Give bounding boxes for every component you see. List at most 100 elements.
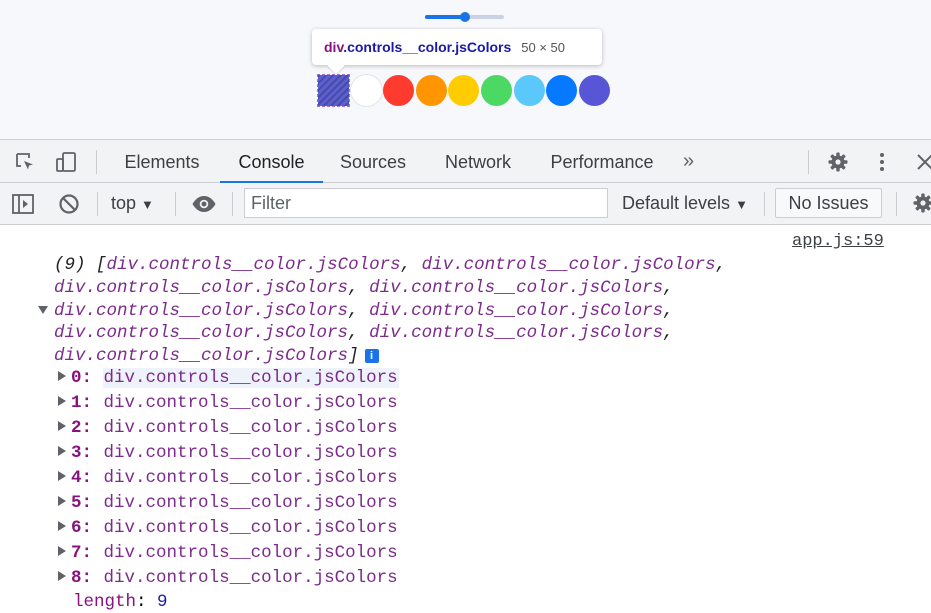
color-swatch[interactable] bbox=[514, 75, 545, 106]
chevron-down-icon: ▼ bbox=[735, 197, 748, 212]
item-colon: : bbox=[82, 568, 93, 588]
array-summary-line[interactable]: (9) [div.controls__color.jsColors, div.c… bbox=[54, 254, 726, 276]
item-value[interactable]: div.controls__color.jsColors bbox=[103, 393, 399, 413]
array-item-row[interactable]: 6: div.controls__color.jsColors bbox=[58, 516, 399, 540]
item-colon: : bbox=[82, 443, 93, 463]
tab-performance[interactable]: Performance bbox=[540, 140, 664, 183]
item-index: 7 bbox=[71, 543, 82, 563]
item-index: 8 bbox=[71, 568, 82, 588]
console-settings-gear-icon[interactable] bbox=[912, 192, 931, 216]
item-index: 3 bbox=[71, 443, 82, 463]
tab-elements[interactable]: Elements bbox=[110, 140, 214, 183]
item-value[interactable]: div.controls__color.jsColors bbox=[103, 493, 399, 513]
expand-arrow-icon[interactable] bbox=[58, 496, 66, 506]
console-output: app.js:59 (9) [div.controls__color.jsCol… bbox=[0, 225, 931, 608]
sidebar-toggle-icon[interactable] bbox=[11, 192, 35, 216]
item-value[interactable]: div.controls__color.jsColors bbox=[103, 418, 399, 438]
item-value[interactable]: div.controls__color.jsColors bbox=[103, 543, 399, 563]
more-tabs-icon[interactable]: » bbox=[683, 150, 694, 173]
array-item-row[interactable]: 3: div.controls__color.jsColors bbox=[58, 441, 399, 465]
color-swatch[interactable] bbox=[579, 75, 610, 106]
console-filter-input[interactable] bbox=[244, 188, 608, 218]
item-colon: : bbox=[82, 543, 93, 563]
summary-item: div.controls__color.jsColors bbox=[369, 278, 663, 298]
array-item-row[interactable]: 0: div.controls__color.jsColors bbox=[58, 366, 399, 390]
expand-arrow-icon[interactable] bbox=[58, 371, 66, 381]
summary-item: div.controls__color.jsColors bbox=[422, 255, 716, 275]
item-index: 4 bbox=[71, 468, 82, 488]
item-index: 5 bbox=[71, 493, 82, 513]
devtools-tabbar: Elements Console Sources Network Perform… bbox=[0, 139, 931, 183]
summary-item: div.controls__color.jsColors bbox=[54, 323, 348, 343]
item-value[interactable]: div.controls__color.jsColors bbox=[103, 468, 399, 488]
live-expression-eye-icon[interactable] bbox=[191, 192, 215, 216]
color-swatch[interactable] bbox=[481, 75, 512, 106]
console-toolbar: top ▼ Default levels ▼ No Issues bbox=[0, 183, 931, 225]
item-colon: : bbox=[82, 468, 93, 488]
collapse-arrow-icon[interactable] bbox=[38, 306, 48, 314]
divider bbox=[808, 150, 809, 174]
context-selector[interactable]: top ▼ bbox=[111, 193, 154, 214]
inspect-element-icon[interactable] bbox=[14, 151, 36, 173]
summary-item: div.controls__color.jsColors bbox=[54, 278, 348, 298]
summary-item: div.controls__color.jsColors bbox=[107, 255, 401, 275]
summary-item: div.controls__color.jsColors bbox=[54, 346, 348, 366]
item-index: 6 bbox=[71, 518, 82, 538]
item-value[interactable]: div.controls__color.jsColors bbox=[103, 568, 399, 588]
clear-console-icon[interactable] bbox=[57, 192, 81, 216]
color-swatch[interactable] bbox=[318, 75, 349, 106]
array-item-row[interactable]: 4: div.controls__color.jsColors bbox=[58, 466, 399, 490]
array-length-row: length: 9 bbox=[73, 591, 168, 613]
expand-arrow-icon[interactable] bbox=[58, 421, 66, 431]
chevron-down-icon: ▼ bbox=[141, 197, 154, 212]
color-swatch[interactable] bbox=[448, 75, 479, 106]
expand-arrow-icon[interactable] bbox=[58, 571, 66, 581]
log-levels-dropdown[interactable]: Default levels ▼ bbox=[622, 193, 748, 214]
tooltip-tag: div bbox=[324, 39, 343, 55]
array-item-row[interactable]: 5: div.controls__color.jsColors bbox=[58, 491, 399, 515]
divider bbox=[96, 150, 97, 174]
item-colon: : bbox=[82, 393, 93, 413]
tooltip-class: .controls__color.jsColors bbox=[343, 39, 511, 55]
source-link[interactable]: app.js:59 bbox=[792, 232, 884, 251]
item-value[interactable]: div.controls__color.jsColors bbox=[103, 443, 399, 463]
tooltip-size: 50 × 50 bbox=[521, 40, 565, 55]
summary-item: div.controls__color.jsColors bbox=[369, 301, 663, 321]
array-item-row[interactable]: 7: div.controls__color.jsColors bbox=[58, 541, 399, 565]
summary-item: div.controls__color.jsColors bbox=[54, 301, 348, 321]
divider bbox=[232, 192, 233, 216]
info-icon[interactable]: i bbox=[365, 349, 379, 363]
tab-sources[interactable]: Sources bbox=[328, 140, 418, 183]
color-swatch[interactable] bbox=[416, 75, 447, 106]
color-swatch[interactable] bbox=[383, 75, 414, 106]
device-toolbar-icon[interactable] bbox=[55, 151, 77, 173]
expand-arrow-icon[interactable] bbox=[58, 471, 66, 481]
more-options-icon[interactable] bbox=[871, 151, 893, 173]
item-colon: : bbox=[82, 493, 93, 513]
array-item-row[interactable]: 1: div.controls__color.jsColors bbox=[58, 391, 399, 415]
color-swatch[interactable] bbox=[546, 75, 577, 106]
expand-arrow-icon[interactable] bbox=[58, 546, 66, 556]
summary-item: div.controls__color.jsColors bbox=[369, 323, 663, 343]
issues-button[interactable]: No Issues bbox=[775, 188, 882, 218]
array-item-row[interactable]: 2: div.controls__color.jsColors bbox=[58, 416, 399, 440]
array-summary-line: div.controls__color.jsColors, div.contro… bbox=[54, 277, 674, 299]
array-item-row[interactable]: 8: div.controls__color.jsColors bbox=[58, 566, 399, 590]
tab-console[interactable]: Console bbox=[220, 140, 323, 183]
item-value[interactable]: div.controls__color.jsColors bbox=[103, 518, 399, 538]
divider bbox=[896, 192, 897, 216]
item-value[interactable]: div.controls__color.jsColors bbox=[103, 368, 399, 388]
expand-arrow-icon[interactable] bbox=[58, 446, 66, 456]
tooltip-arrow bbox=[327, 65, 345, 74]
expand-arrow-icon[interactable] bbox=[58, 521, 66, 531]
color-swatch[interactable] bbox=[351, 75, 382, 106]
brush-size-slider[interactable] bbox=[425, 15, 504, 19]
item-colon: : bbox=[82, 418, 93, 438]
settings-gear-icon[interactable] bbox=[827, 151, 849, 173]
item-index: 1 bbox=[71, 393, 82, 413]
item-index: 0 bbox=[71, 368, 82, 388]
tab-network[interactable]: Network bbox=[428, 140, 528, 183]
expand-arrow-icon[interactable] bbox=[58, 396, 66, 406]
slider-thumb[interactable] bbox=[460, 12, 470, 22]
close-icon[interactable] bbox=[914, 151, 931, 173]
